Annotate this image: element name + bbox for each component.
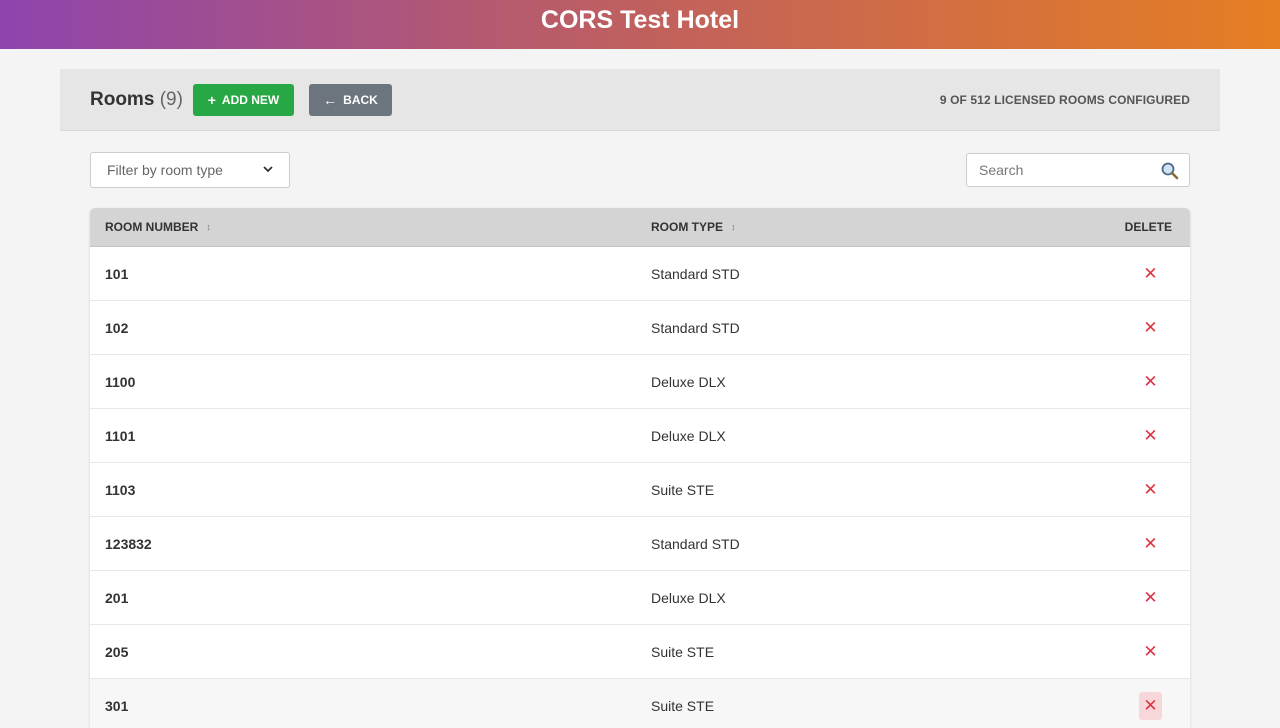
room-type-cell: Standard STD bbox=[651, 320, 740, 336]
table-row[interactable]: 102 Standard STD ✕ bbox=[90, 301, 1190, 355]
close-icon[interactable]: ✕ bbox=[1139, 260, 1162, 288]
room-number-cell: 205 bbox=[105, 644, 129, 660]
room-type-cell: Deluxe DLX bbox=[651, 428, 726, 444]
search-box bbox=[966, 153, 1190, 187]
sort-icon: ↕ bbox=[206, 222, 211, 232]
page-title: Rooms (9) bbox=[90, 89, 183, 111]
room-number-cell: 102 bbox=[105, 320, 129, 336]
top-banner: CORS Test Hotel bbox=[0, 0, 1280, 49]
back-button[interactable]: ← BACK bbox=[309, 84, 392, 116]
column-header-delete: DELETE bbox=[1125, 220, 1172, 234]
sort-icon: ↕ bbox=[731, 222, 736, 232]
room-number-cell: 201 bbox=[105, 590, 129, 606]
rooms-count: (9) bbox=[159, 89, 183, 110]
room-type-header-label: ROOM TYPE bbox=[651, 220, 724, 234]
room-number-cell: 301 bbox=[105, 698, 129, 714]
column-header-room-type[interactable]: ROOM TYPE ↕ bbox=[651, 220, 736, 234]
close-icon[interactable]: ✕ bbox=[1139, 368, 1162, 396]
table-row[interactable]: 1101 Deluxe DLX ✕ bbox=[90, 409, 1190, 463]
room-type-cell: Suite STE bbox=[651, 482, 715, 498]
delete-header-label: DELETE bbox=[1124, 220, 1172, 234]
close-icon[interactable]: ✕ bbox=[1139, 476, 1162, 504]
room-type-cell: Suite STE bbox=[651, 644, 715, 660]
back-label: BACK bbox=[343, 93, 378, 107]
table-row[interactable]: 301 Suite STE ✕ bbox=[90, 679, 1190, 728]
room-type-cell: Deluxe DLX bbox=[651, 590, 726, 606]
room-type-filter[interactable]: Filter by room type bbox=[90, 152, 290, 188]
room-type-cell: Deluxe DLX bbox=[651, 374, 726, 390]
search-input[interactable] bbox=[967, 154, 1157, 186]
column-header-room-number[interactable]: ROOM NUMBER ↕ bbox=[105, 220, 211, 234]
close-icon[interactable]: ✕ bbox=[1139, 314, 1162, 342]
licensed-rooms-status: 9 OF 512 LICENSED ROOMS CONFIGURED bbox=[939, 93, 1190, 107]
table-row[interactable]: 1103 Suite STE ✕ bbox=[90, 463, 1190, 517]
room-type-cell: Standard STD bbox=[651, 266, 740, 282]
table-row[interactable]: 123832 Standard STD ✕ bbox=[90, 517, 1190, 571]
table-row[interactable]: 201 Deluxe DLX ✕ bbox=[90, 571, 1190, 625]
room-number-header-label: ROOM NUMBER bbox=[105, 220, 199, 234]
rooms-table: ROOM NUMBER ↕ ROOM TYPE ↕ DELETE 101 Sta… bbox=[90, 208, 1190, 728]
room-number-cell: 123832 bbox=[105, 536, 152, 552]
chevron-down-icon bbox=[263, 165, 273, 176]
close-icon[interactable]: ✕ bbox=[1139, 638, 1162, 666]
hotel-title: CORS Test Hotel bbox=[540, 6, 740, 34]
room-number-cell: 1101 bbox=[105, 428, 136, 444]
room-number-cell: 1103 bbox=[105, 482, 136, 498]
close-icon[interactable]: ✕ bbox=[1139, 584, 1162, 612]
table-row[interactable]: 1100 Deluxe DLX ✕ bbox=[90, 355, 1190, 409]
room-type-cell: Standard STD bbox=[651, 536, 740, 552]
plus-icon: + bbox=[207, 92, 216, 108]
add-new-button[interactable]: + ADD NEW bbox=[193, 84, 294, 116]
table-header: ROOM NUMBER ↕ ROOM TYPE ↕ DELETE bbox=[90, 208, 1190, 247]
rooms-heading-label: Rooms bbox=[90, 89, 155, 110]
room-type-cell: Suite STE bbox=[651, 698, 715, 714]
table-row[interactable]: 205 Suite STE ✕ bbox=[90, 625, 1190, 679]
search-icon[interactable] bbox=[1160, 161, 1180, 181]
rooms-toolbar: Rooms (9) + ADD NEW ← BACK 9 OF 512 LICE… bbox=[60, 69, 1220, 131]
arrow-left-icon: ← bbox=[323, 92, 338, 108]
close-icon[interactable]: ✕ bbox=[1139, 530, 1162, 558]
room-number-cell: 101 bbox=[105, 266, 129, 282]
room-number-cell: 1100 bbox=[105, 374, 136, 390]
table-row[interactable]: 101 Standard STD ✕ bbox=[90, 247, 1190, 301]
close-icon[interactable]: ✕ bbox=[1139, 422, 1162, 450]
room-type-filter-value: Filter by room type bbox=[107, 162, 223, 178]
close-icon[interactable]: ✕ bbox=[1139, 692, 1162, 720]
add-new-label: ADD NEW bbox=[221, 93, 280, 107]
